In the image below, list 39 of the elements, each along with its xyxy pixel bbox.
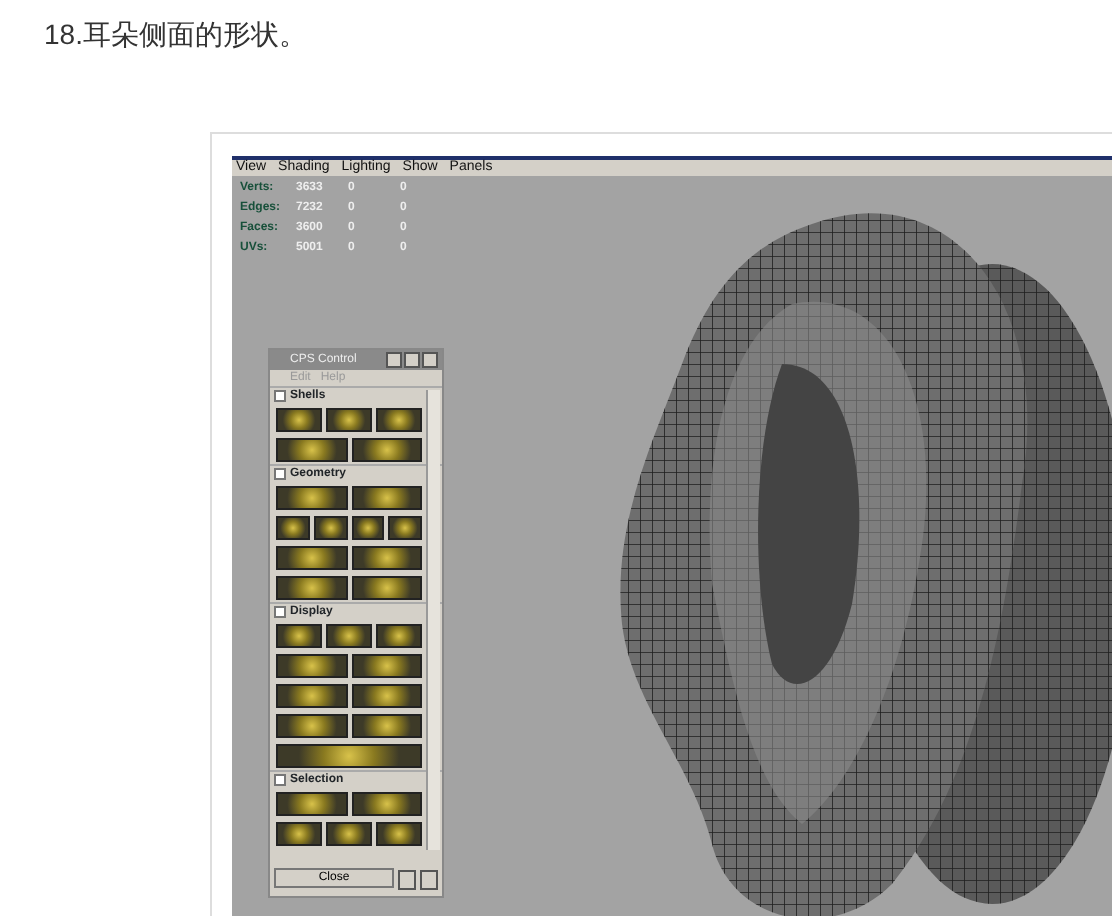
tool-icon[interactable] bbox=[351, 486, 422, 510]
toggle-icon[interactable] bbox=[274, 606, 286, 618]
tool-icon[interactable] bbox=[276, 624, 322, 648]
tool-icon[interactable] bbox=[351, 576, 422, 600]
tool-icon[interactable] bbox=[376, 408, 422, 432]
tool-icon[interactable] bbox=[276, 576, 347, 600]
scroll-bar[interactable] bbox=[426, 390, 440, 850]
tool-icon[interactable] bbox=[276, 792, 347, 816]
tool-icon[interactable] bbox=[276, 486, 347, 510]
tool-icon[interactable] bbox=[276, 684, 347, 708]
tool-icon[interactable] bbox=[376, 822, 422, 846]
tool-icon[interactable] bbox=[351, 654, 422, 678]
maximize-button[interactable] bbox=[404, 352, 420, 368]
tool-icon[interactable] bbox=[326, 408, 372, 432]
tool-icon[interactable] bbox=[388, 516, 422, 540]
tool-icon[interactable] bbox=[351, 516, 385, 540]
tool-icon[interactable] bbox=[351, 684, 422, 708]
tool-icon[interactable] bbox=[276, 744, 422, 768]
page-heading: 18.耳朵侧面的形状。 bbox=[44, 16, 309, 52]
tool-icon[interactable] bbox=[326, 624, 372, 648]
tool-icon[interactable] bbox=[313, 516, 347, 540]
tool-icon[interactable] bbox=[276, 714, 347, 738]
tool-icon[interactable] bbox=[276, 654, 347, 678]
minimize-button[interactable] bbox=[386, 352, 402, 368]
tool-icon[interactable] bbox=[276, 516, 310, 540]
tool-icon[interactable] bbox=[276, 822, 322, 846]
tool-icon[interactable] bbox=[376, 624, 422, 648]
tool-icon[interactable] bbox=[276, 408, 322, 432]
tool-icon[interactable] bbox=[351, 792, 422, 816]
tool-icon[interactable] bbox=[326, 822, 372, 846]
tool-icon[interactable] bbox=[276, 438, 347, 462]
toggle-icon[interactable] bbox=[274, 468, 286, 480]
toggle-icon[interactable] bbox=[274, 774, 286, 786]
tool-icon[interactable] bbox=[276, 546, 347, 570]
tool-icon[interactable] bbox=[351, 546, 422, 570]
tool-icon[interactable] bbox=[351, 438, 422, 462]
close-button[interactable] bbox=[422, 352, 438, 368]
tool-icon[interactable] bbox=[351, 714, 422, 738]
toggle-icon[interactable] bbox=[274, 390, 286, 402]
